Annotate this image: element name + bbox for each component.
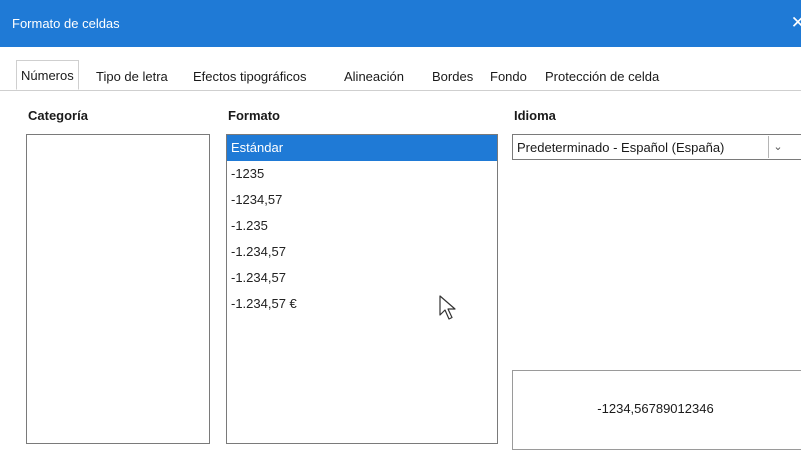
format-item[interactable]: -1.234,57 [227,239,497,265]
preview-value: -1234,56789012346 [597,401,714,416]
title-bar: Formato de celdas ✕ [0,0,801,47]
format-item[interactable]: -1.234,57 [227,265,497,291]
tab-efectos-tipograficos[interactable]: Efectos tipográficos [193,64,306,90]
chevron-down-icon[interactable]: ⌄ [768,136,787,158]
preview-box: -1234,56789012346 [512,370,801,450]
tab-tipo-de-letra[interactable]: Tipo de letra [96,64,168,90]
format-list[interactable]: Estándar -1235 -1234,57 -1.235 -1.234,57… [226,134,498,444]
language-label: Idioma [514,108,556,123]
tab-proteccion-de-celda[interactable]: Protección de celda [545,64,659,90]
tab-bar: Números Tipo de letra Efectos tipográfic… [0,60,801,91]
close-icon[interactable]: ✕ [791,13,801,33]
format-item[interactable]: -1.235 [227,213,497,239]
mouse-pointer-icon [439,295,456,320]
tab-fondo[interactable]: Fondo [490,64,527,90]
tab-numeros[interactable]: Números [16,60,79,90]
category-list[interactable] [26,134,210,444]
format-item[interactable]: Estándar [227,135,497,161]
language-select-value: Predeterminado - Español (España) [517,140,725,155]
language-select[interactable]: Predeterminado - Español (España) ⌄ [512,134,801,160]
format-item[interactable]: -1234,57 [227,187,497,213]
tab-alineacion[interactable]: Alineación [344,64,404,90]
format-label: Formato [228,108,280,123]
category-label: Categoría [28,108,88,123]
tab-bordes[interactable]: Bordes [432,64,473,90]
format-item[interactable]: -1235 [227,161,497,187]
window-title: Formato de celdas [12,16,120,31]
